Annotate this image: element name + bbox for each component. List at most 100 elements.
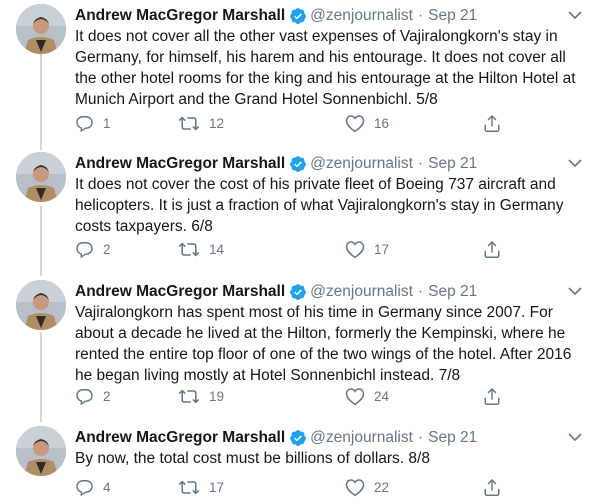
- tweet-date[interactable]: Sep 21: [428, 6, 477, 26]
- like-icon: [345, 114, 365, 132]
- reply-count: 1: [103, 115, 111, 131]
- share-button[interactable]: [483, 238, 501, 260]
- like-button[interactable]: 22: [345, 476, 389, 498]
- like-count: 24: [374, 388, 390, 404]
- verified-badge-icon: [289, 155, 307, 173]
- tweet-header: Andrew MacGregor Marshall @zenjournalist…: [75, 154, 477, 174]
- tweet-text: By now, the total cost must be billions …: [75, 448, 590, 469]
- tweet-actions: 4 17 22: [75, 476, 515, 498]
- retweet-button[interactable]: 12: [178, 112, 224, 134]
- retweet-count: 19: [209, 388, 225, 404]
- tweet[interactable]: Andrew MacGregor Marshall @zenjournalist…: [0, 152, 602, 274]
- tweet-header: Andrew MacGregor Marshall @zenjournalist…: [75, 428, 477, 448]
- tweet-text-line: he began living mostly at Hotel Sonnenbi…: [75, 367, 461, 384]
- retweet-icon: [178, 241, 200, 257]
- tweet-text-line: rented the entire top floor of one of th…: [75, 346, 572, 363]
- tweet-date[interactable]: Sep 21: [428, 282, 477, 302]
- tweet-actions: 2 14 17: [75, 238, 515, 260]
- like-icon: [345, 478, 365, 496]
- verified-badge-icon: [289, 429, 307, 447]
- reply-count: 4: [103, 479, 111, 495]
- tweet-text: It does not cover all the other vast exp…: [75, 26, 590, 110]
- author-handle[interactable]: @zenjournalist: [310, 428, 413, 448]
- reply-button[interactable]: 1: [75, 112, 111, 134]
- reply-button[interactable]: 4: [75, 476, 111, 498]
- reply-icon: [76, 115, 93, 132]
- chevron-down-icon[interactable]: [568, 158, 582, 168]
- separator-dot: ·: [417, 283, 424, 300]
- tweet-text-line: Germany, for himself, his harem and his …: [75, 49, 566, 66]
- verified-badge-icon: [289, 283, 307, 301]
- separator-dot: ·: [417, 155, 424, 172]
- tweet-text-line: It does not cover the cost of his privat…: [75, 176, 556, 193]
- retweet-icon: [178, 479, 200, 495]
- avatar[interactable]: [16, 280, 66, 330]
- reply-button[interactable]: 2: [75, 385, 111, 407]
- reply-icon: [76, 479, 93, 496]
- author-handle[interactable]: @zenjournalist: [310, 6, 413, 26]
- reply-count: 2: [103, 388, 111, 404]
- avatar[interactable]: [16, 4, 66, 54]
- author-name[interactable]: Andrew MacGregor Marshall: [75, 428, 285, 448]
- like-icon: [345, 240, 365, 258]
- tweet[interactable]: Andrew MacGregor Marshall @zenjournalist…: [0, 426, 602, 502]
- tweet-actions: 1 12 16: [75, 112, 515, 134]
- chevron-down-icon[interactable]: [568, 432, 582, 442]
- share-icon: [484, 114, 500, 132]
- tweet-text-line: costs taxpayers. 6/8: [75, 218, 213, 235]
- retweet-icon: [178, 388, 200, 404]
- tweet-text: It does not cover the cost of his privat…: [75, 174, 590, 237]
- share-button[interactable]: [483, 385, 501, 407]
- tweet-text: Vajiralongkorn has spent most of his tim…: [75, 302, 590, 386]
- author-handle[interactable]: @zenjournalist: [310, 282, 413, 302]
- like-icon: [345, 387, 365, 405]
- chevron-down-icon[interactable]: [568, 286, 582, 296]
- retweet-button[interactable]: 17: [178, 476, 224, 498]
- share-button[interactable]: [483, 112, 501, 134]
- share-icon: [484, 387, 500, 405]
- reply-icon: [76, 388, 93, 405]
- chevron-down-icon[interactable]: [568, 10, 582, 20]
- retweet-icon: [178, 115, 200, 131]
- like-count: 16: [374, 115, 390, 131]
- tweet-text-line: the other hotel rooms for the king and h…: [75, 70, 576, 87]
- like-count: 17: [374, 241, 390, 257]
- separator-dot: ·: [417, 7, 424, 24]
- separator-dot: ·: [417, 429, 424, 446]
- verified-badge-icon: [289, 7, 307, 25]
- retweet-count: 12: [209, 115, 225, 131]
- author-handle[interactable]: @zenjournalist: [310, 154, 413, 174]
- reply-icon: [76, 241, 93, 258]
- tweet-date[interactable]: Sep 21: [428, 154, 477, 174]
- tweet-header: Andrew MacGregor Marshall @zenjournalist…: [75, 282, 477, 302]
- reply-count: 2: [103, 241, 111, 257]
- tweet-text-line: It does not cover all the other vast exp…: [75, 28, 558, 45]
- reply-button[interactable]: 2: [75, 238, 111, 260]
- share-button[interactable]: [483, 476, 501, 498]
- retweet-button[interactable]: 14: [178, 238, 224, 260]
- retweet-button[interactable]: 19: [178, 385, 224, 407]
- tweet-text-line: about a decade he lived at the Hilton, f…: [75, 325, 566, 342]
- like-button[interactable]: 16: [345, 112, 389, 134]
- like-button[interactable]: 17: [345, 238, 389, 260]
- tweet[interactable]: Andrew MacGregor Marshall @zenjournalist…: [0, 280, 602, 420]
- author-name[interactable]: Andrew MacGregor Marshall: [75, 154, 285, 174]
- tweet-text-line: Vajiralongkorn has spent most of his tim…: [75, 304, 553, 321]
- tweet-text-line: Munich Airport and the Grand Hotel Sonne…: [75, 91, 438, 108]
- share-icon: [484, 240, 500, 258]
- author-name[interactable]: Andrew MacGregor Marshall: [75, 6, 285, 26]
- author-name[interactable]: Andrew MacGregor Marshall: [75, 282, 285, 302]
- avatar[interactable]: [16, 152, 66, 202]
- share-icon: [484, 478, 500, 496]
- like-count: 22: [374, 479, 390, 495]
- tweet[interactable]: Andrew MacGregor Marshall @zenjournalist…: [0, 4, 602, 144]
- tweet-header: Andrew MacGregor Marshall @zenjournalist…: [75, 6, 477, 26]
- tweet-text-line: helicopters. It is just a fraction of wh…: [75, 197, 564, 214]
- avatar[interactable]: [16, 426, 66, 476]
- tweet-actions: 2 19 24: [75, 385, 515, 407]
- retweet-count: 14: [209, 241, 225, 257]
- tweet-date[interactable]: Sep 21: [428, 428, 477, 448]
- retweet-count: 17: [209, 479, 225, 495]
- like-button[interactable]: 24: [345, 385, 389, 407]
- tweet-text-line: By now, the total cost must be billions …: [75, 450, 430, 467]
